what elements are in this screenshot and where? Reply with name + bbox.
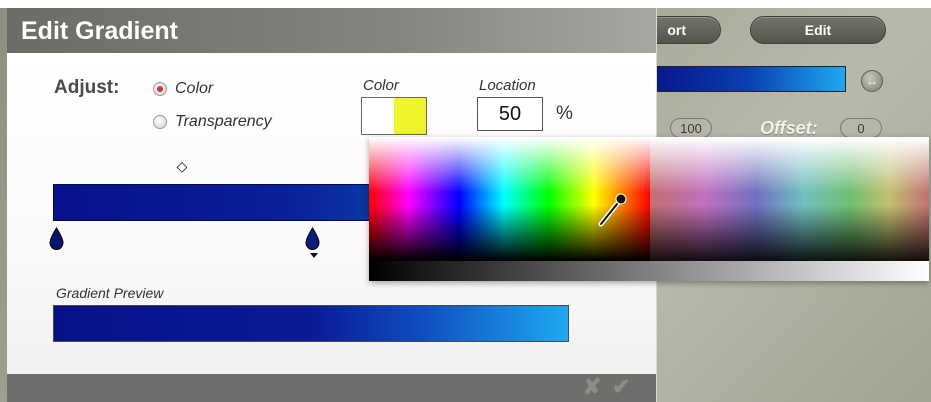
swap-arrows-icon[interactable]: ↔: [861, 70, 883, 92]
radio-label-color[interactable]: Color: [175, 80, 213, 98]
background-gradient-bar[interactable]: [650, 66, 846, 92]
grayscale-ramp[interactable]: [369, 261, 929, 281]
color-stop-right-icon[interactable]: [304, 227, 321, 251]
radio-color[interactable]: [153, 82, 167, 96]
checkmark-icon[interactable]: ✔: [612, 374, 630, 400]
offset-field[interactable]: 0: [840, 118, 882, 138]
color-stop-left-icon[interactable]: [48, 227, 65, 251]
dialog-header: Edit Gradient: [7, 8, 656, 53]
dialog-title: Edit Gradient: [21, 17, 178, 45]
gradient-preview-bar: [53, 305, 569, 342]
location-input[interactable]: [477, 97, 543, 131]
color-well[interactable]: [361, 97, 427, 135]
x-icon[interactable]: ✘: [583, 374, 601, 400]
adjust-label: Adjust:: [54, 77, 120, 98]
selected-stop-caret-icon: [310, 253, 318, 258]
percent-label: %: [556, 103, 573, 124]
background-value-field[interactable]: 100: [670, 118, 712, 138]
gradient-preview-label: Gradient Preview: [56, 285, 164, 301]
color-picker-popup[interactable]: [369, 137, 929, 281]
eyedropper-icon: [598, 193, 627, 227]
muted-color-spectrum[interactable]: [650, 137, 929, 261]
color-caption: Color: [363, 77, 399, 94]
location-caption: Location: [479, 77, 536, 94]
dialog-footer: [7, 374, 656, 402]
edit-button[interactable]: Edit: [750, 16, 886, 44]
gradient-edit-bar[interactable]: [53, 184, 383, 221]
midpoint-diamond-icon[interactable]: ◇: [176, 159, 188, 173]
radio-transparency[interactable]: [153, 115, 167, 129]
top-strip: [0, 0, 931, 8]
radio-label-transparency[interactable]: Transparency: [175, 113, 272, 131]
current-color-swatch: [394, 98, 426, 134]
previous-color-swatch: [362, 98, 394, 134]
offset-label: Offset:: [760, 118, 818, 138]
